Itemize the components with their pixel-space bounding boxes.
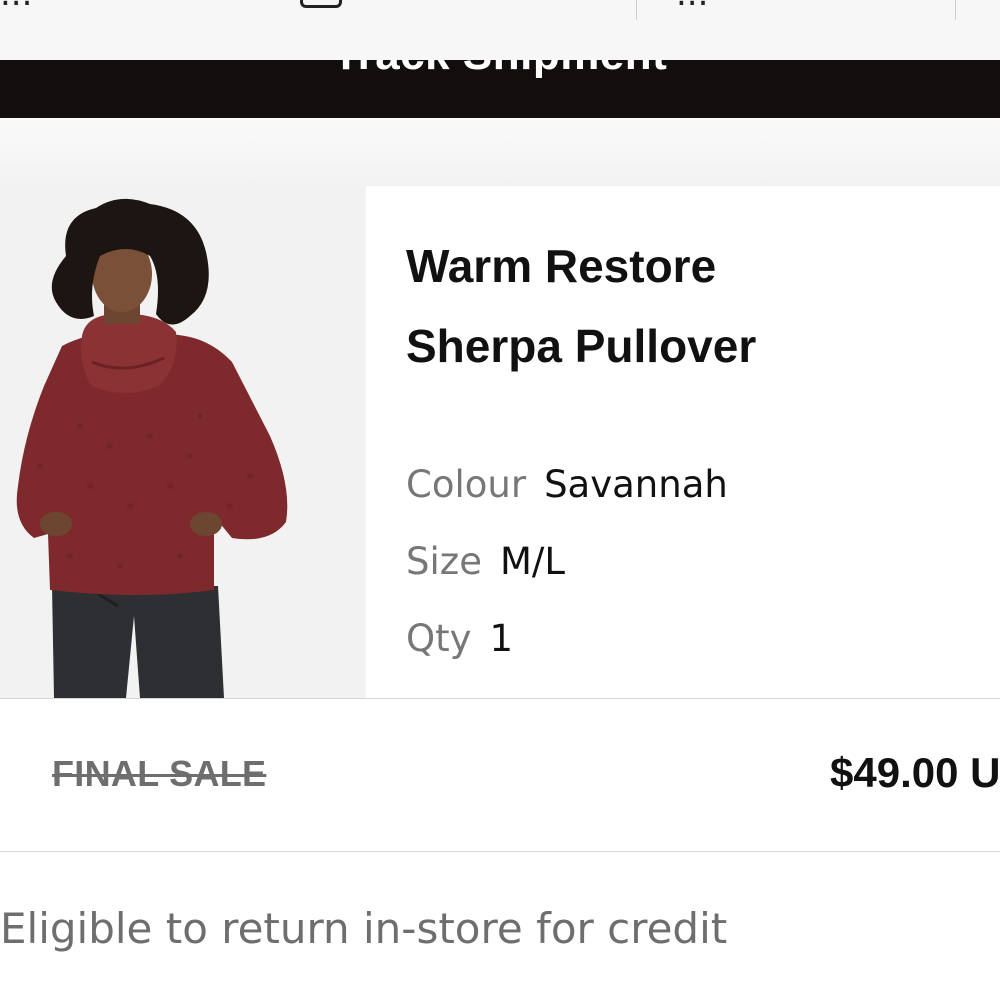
size-attribute: Size M/L [406, 540, 565, 583]
header-divider [636, 0, 637, 20]
colour-value: Savannah [544, 463, 728, 506]
product-info: Warm Restore Sherpa Pullover Colour Savan… [406, 226, 986, 660]
qty-value: 1 [489, 617, 514, 660]
order-details-page: ... ... Track Shipment [0, 0, 1000, 1000]
product-name-line1: Warm Restore [406, 240, 717, 292]
product-photo-icon [0, 186, 366, 698]
price-row: FINAL SALE $49.00 U [0, 698, 1000, 852]
order-number-text: ... [0, 0, 32, 14]
track-shipment-label: Track Shipment [0, 60, 1000, 80]
qty-label: Qty [406, 617, 472, 660]
copy-icon[interactable] [300, 0, 342, 8]
return-policy-text: Eligible to return in-store for credit [0, 904, 728, 953]
order-date-text: ... [676, 0, 708, 14]
qty-attribute: Qty 1 [406, 617, 513, 660]
product-name-line2: Sherpa Pullover [406, 320, 757, 372]
colour-attribute: Colour Savannah [406, 463, 728, 506]
size-value: M/L [499, 540, 565, 583]
final-sale-badge: FINAL SALE [52, 753, 267, 794]
size-label: Size [406, 540, 482, 583]
product-image[interactable] [0, 186, 366, 698]
item-price: $49.00 U [830, 749, 1000, 796]
header-divider [955, 0, 956, 20]
section-gap [0, 118, 1000, 186]
track-shipment-button[interactable]: Track Shipment [0, 60, 1000, 118]
product-card: Warm Restore Sherpa Pullover Colour Savan… [0, 186, 1000, 698]
order-header: ... ... [0, 0, 1000, 61]
product-name[interactable]: Warm Restore Sherpa Pullover [406, 226, 986, 386]
colour-label: Colour [406, 463, 527, 506]
